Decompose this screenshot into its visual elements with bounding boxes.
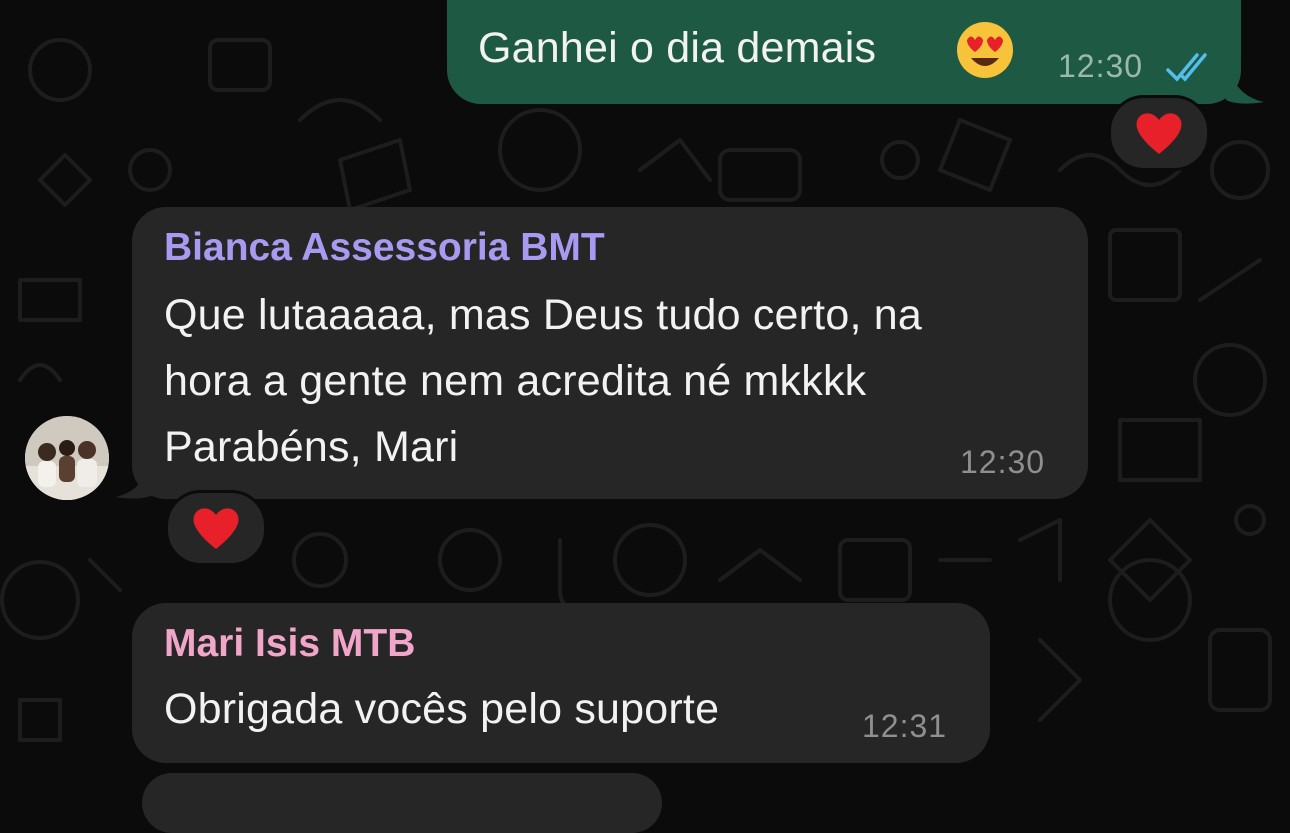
bianca-sender-name[interactable]: Bianca Assessoria BMT: [164, 226, 605, 270]
heart-reaction-icon: [1136, 113, 1182, 154]
mari-message-time: 12:31: [862, 708, 948, 744]
bianca-message-time: 12:30: [960, 444, 1046, 480]
double-check-icon: [1166, 53, 1207, 82]
outgoing-reaction-badge[interactable]: [1108, 95, 1210, 171]
outgoing-message-text: Ganhei o dia demais: [478, 24, 877, 72]
outgoing-bubble-tail: [1226, 60, 1264, 104]
mari-sender-name[interactable]: Mari Isis MTB: [164, 622, 415, 666]
next-message-bubble-partial[interactable]: [142, 773, 662, 833]
smiling-face-with-heart-eyes-emoji: [957, 22, 1013, 78]
mari-message-text: Obrigada vocês pelo suporte: [164, 685, 720, 733]
bianca-message-text: Que lutaaaaa, mas Deus tudo certo, na ho…: [164, 291, 922, 471]
outgoing-message-time: 12:30: [1058, 48, 1144, 84]
bianca-bubble-tail: [115, 455, 153, 499]
bianca-avatar[interactable]: [25, 416, 109, 500]
group-photo-avatar: [25, 416, 109, 500]
bianca-reaction-badge[interactable]: [165, 490, 267, 566]
heart-reaction-icon: [193, 508, 239, 549]
